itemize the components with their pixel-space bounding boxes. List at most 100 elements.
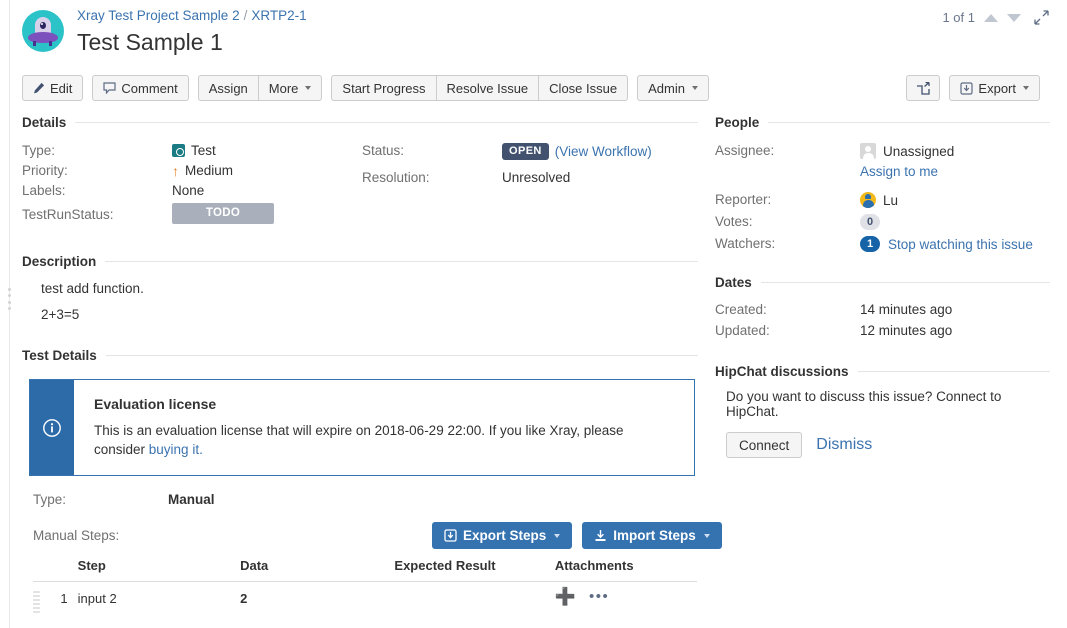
evaluation-license-banner: Evaluation license This is an evaluation… (29, 379, 695, 476)
hipchat-heading-label: HipChat discussions (715, 364, 849, 379)
assign-button[interactable]: Assign (197, 75, 258, 101)
hipchat-section: HipChat discussions Do you want to discu… (715, 364, 1050, 458)
pencil-icon (33, 82, 45, 94)
issue-action-toolbar: Edit Comment Assign More Start Progress (22, 75, 718, 101)
row-drag-handle[interactable] (33, 582, 55, 617)
resolution-value: Unresolved (502, 170, 571, 185)
breadcrumb-issue-key-link[interactable]: XRTP2-1 (251, 8, 306, 23)
left-rail-divider (9, 0, 10, 628)
people-fields: Assignee: Unassigned Assign to me Report… (715, 143, 1050, 252)
expand-fullscreen-icon[interactable] (1034, 10, 1049, 25)
connect-button[interactable]: Connect (726, 432, 803, 458)
people-section: People Assignee: Unassigned Assign to me… (715, 115, 1050, 252)
dates-section: Dates Created: 14 minutes ago Updated: 1… (715, 275, 1050, 338)
details-heading-label: Details (22, 115, 67, 130)
buying-it-link[interactable]: buying it. (149, 442, 203, 457)
updated-value: 12 minutes ago (860, 323, 953, 338)
more-button[interactable]: More (257, 75, 323, 101)
table-row[interactable]: 1 input 2 2 ➕ ••• (33, 582, 697, 617)
breadcrumb-separator: / (243, 8, 248, 23)
unassigned-avatar-icon (860, 143, 876, 159)
people-heading: People (715, 115, 1050, 130)
reporter-avatar[interactable] (860, 192, 876, 208)
import-steps-icon (594, 529, 607, 542)
view-workflow-link[interactable]: (View Workflow) (555, 144, 652, 159)
votes-value: 0 (860, 214, 1050, 230)
updated-label: Updated: (715, 323, 770, 338)
testrunstatus-value: TODO (172, 203, 362, 224)
status-value: OPEN (View Workflow) (502, 143, 692, 160)
votes-label: Votes: (715, 214, 753, 229)
pager-count: 1 of 1 (942, 10, 975, 25)
priority-value-label: Medium (185, 163, 234, 178)
test-type-label: Type: (33, 492, 67, 507)
close-issue-button[interactable]: Close Issue (538, 75, 629, 101)
import-steps-button[interactable]: Import Steps (582, 522, 722, 549)
start-progress-label: Start Progress (342, 80, 426, 96)
description-line-2: 2+3=5 (41, 307, 80, 322)
resolve-issue-label: Resolve Issue (446, 80, 529, 96)
share-icon (916, 81, 931, 95)
col-attachments-header: Attachments (554, 558, 697, 582)
hipchat-heading: HipChat discussions (715, 364, 1050, 379)
votes-count-badge: 0 (860, 214, 880, 230)
chevron-down-icon (703, 533, 710, 538)
row-step[interactable]: input 2 (78, 582, 240, 617)
chevron-down-icon (1023, 86, 1029, 90)
export-steps-icon (444, 529, 457, 542)
row-data[interactable]: 2 (240, 582, 394, 617)
description-heading: Description (22, 254, 698, 269)
test-type-row: Type: Manual (33, 492, 215, 507)
status-label: Status: (362, 143, 405, 158)
breadcrumb-project-link[interactable]: Xray Test Project Sample 2 (77, 8, 240, 23)
chevron-down-icon (305, 86, 312, 90)
hipchat-prompt: Do you want to discuss this issue? Conne… (726, 389, 1002, 419)
start-progress-button[interactable]: Start Progress (331, 75, 436, 101)
hipchat-actions: Connect Dismiss (715, 432, 1050, 458)
description-line-1: test add function. (41, 281, 144, 296)
test-details-heading-label: Test Details (22, 348, 97, 363)
testrunstatus-label: TestRunStatus: (22, 207, 114, 222)
close-issue-label: Close Issue (549, 80, 618, 96)
export-steps-button[interactable]: Export Steps (432, 522, 573, 549)
details-section: Details Type: Test Priority: ↑ Medium La… (22, 115, 698, 224)
add-attachment-icon[interactable]: ➕ (555, 588, 576, 605)
edit-button[interactable]: Edit (22, 75, 84, 101)
next-issue-icon[interactable] (1007, 13, 1021, 22)
test-details-section: Test Details (22, 348, 698, 363)
resolve-issue-button[interactable]: Resolve Issue (435, 75, 539, 101)
rail-drag-handle[interactable] (5, 288, 14, 310)
labels-label: Labels: (22, 183, 66, 198)
priority-medium-arrow-icon: ↑ (172, 162, 179, 179)
col-step-header: Step (77, 558, 241, 582)
row-more-options-icon[interactable]: ••• (589, 589, 609, 604)
assign-to-me-link[interactable]: Assign to me (860, 164, 938, 179)
row-attachments: ➕ ••• (555, 582, 697, 617)
watchers-count-badge: 1 (860, 236, 880, 252)
export-button[interactable]: Export (949, 75, 1040, 101)
details-left-fields: Type: Test Priority: ↑ Medium Labels: No… (22, 143, 362, 224)
row-expected-result[interactable] (394, 582, 554, 617)
reporter-name: Lu (883, 192, 899, 208)
page-title: Test Sample 1 (77, 29, 223, 55)
edit-button-label: Edit (50, 80, 73, 96)
export-download-icon (960, 81, 974, 95)
admin-button[interactable]: Admin (637, 75, 709, 101)
test-issue-type-icon (172, 144, 185, 157)
test-details-heading: Test Details (22, 348, 698, 363)
previous-issue-icon[interactable] (984, 13, 998, 22)
chevron-down-icon (691, 86, 698, 90)
manual-steps-table-wrapper: Step Data Expected Result Attachments 1 … (33, 558, 697, 616)
stop-watching-link[interactable]: Stop watching this issue (888, 237, 1033, 252)
col-data-header: Data (240, 558, 395, 582)
type-value-label: Test (191, 143, 216, 158)
dismiss-link[interactable]: Dismiss (816, 436, 872, 454)
manual-steps-label: Manual Steps: (33, 528, 120, 543)
dates-heading-label: Dates (715, 275, 752, 290)
comment-button[interactable]: Comment (92, 75, 189, 101)
share-button[interactable] (906, 75, 941, 101)
resolution-label: Resolution: (362, 170, 430, 185)
chevron-down-icon (554, 533, 561, 538)
status-badge: TODO (172, 203, 274, 224)
type-value: Test (172, 143, 362, 158)
